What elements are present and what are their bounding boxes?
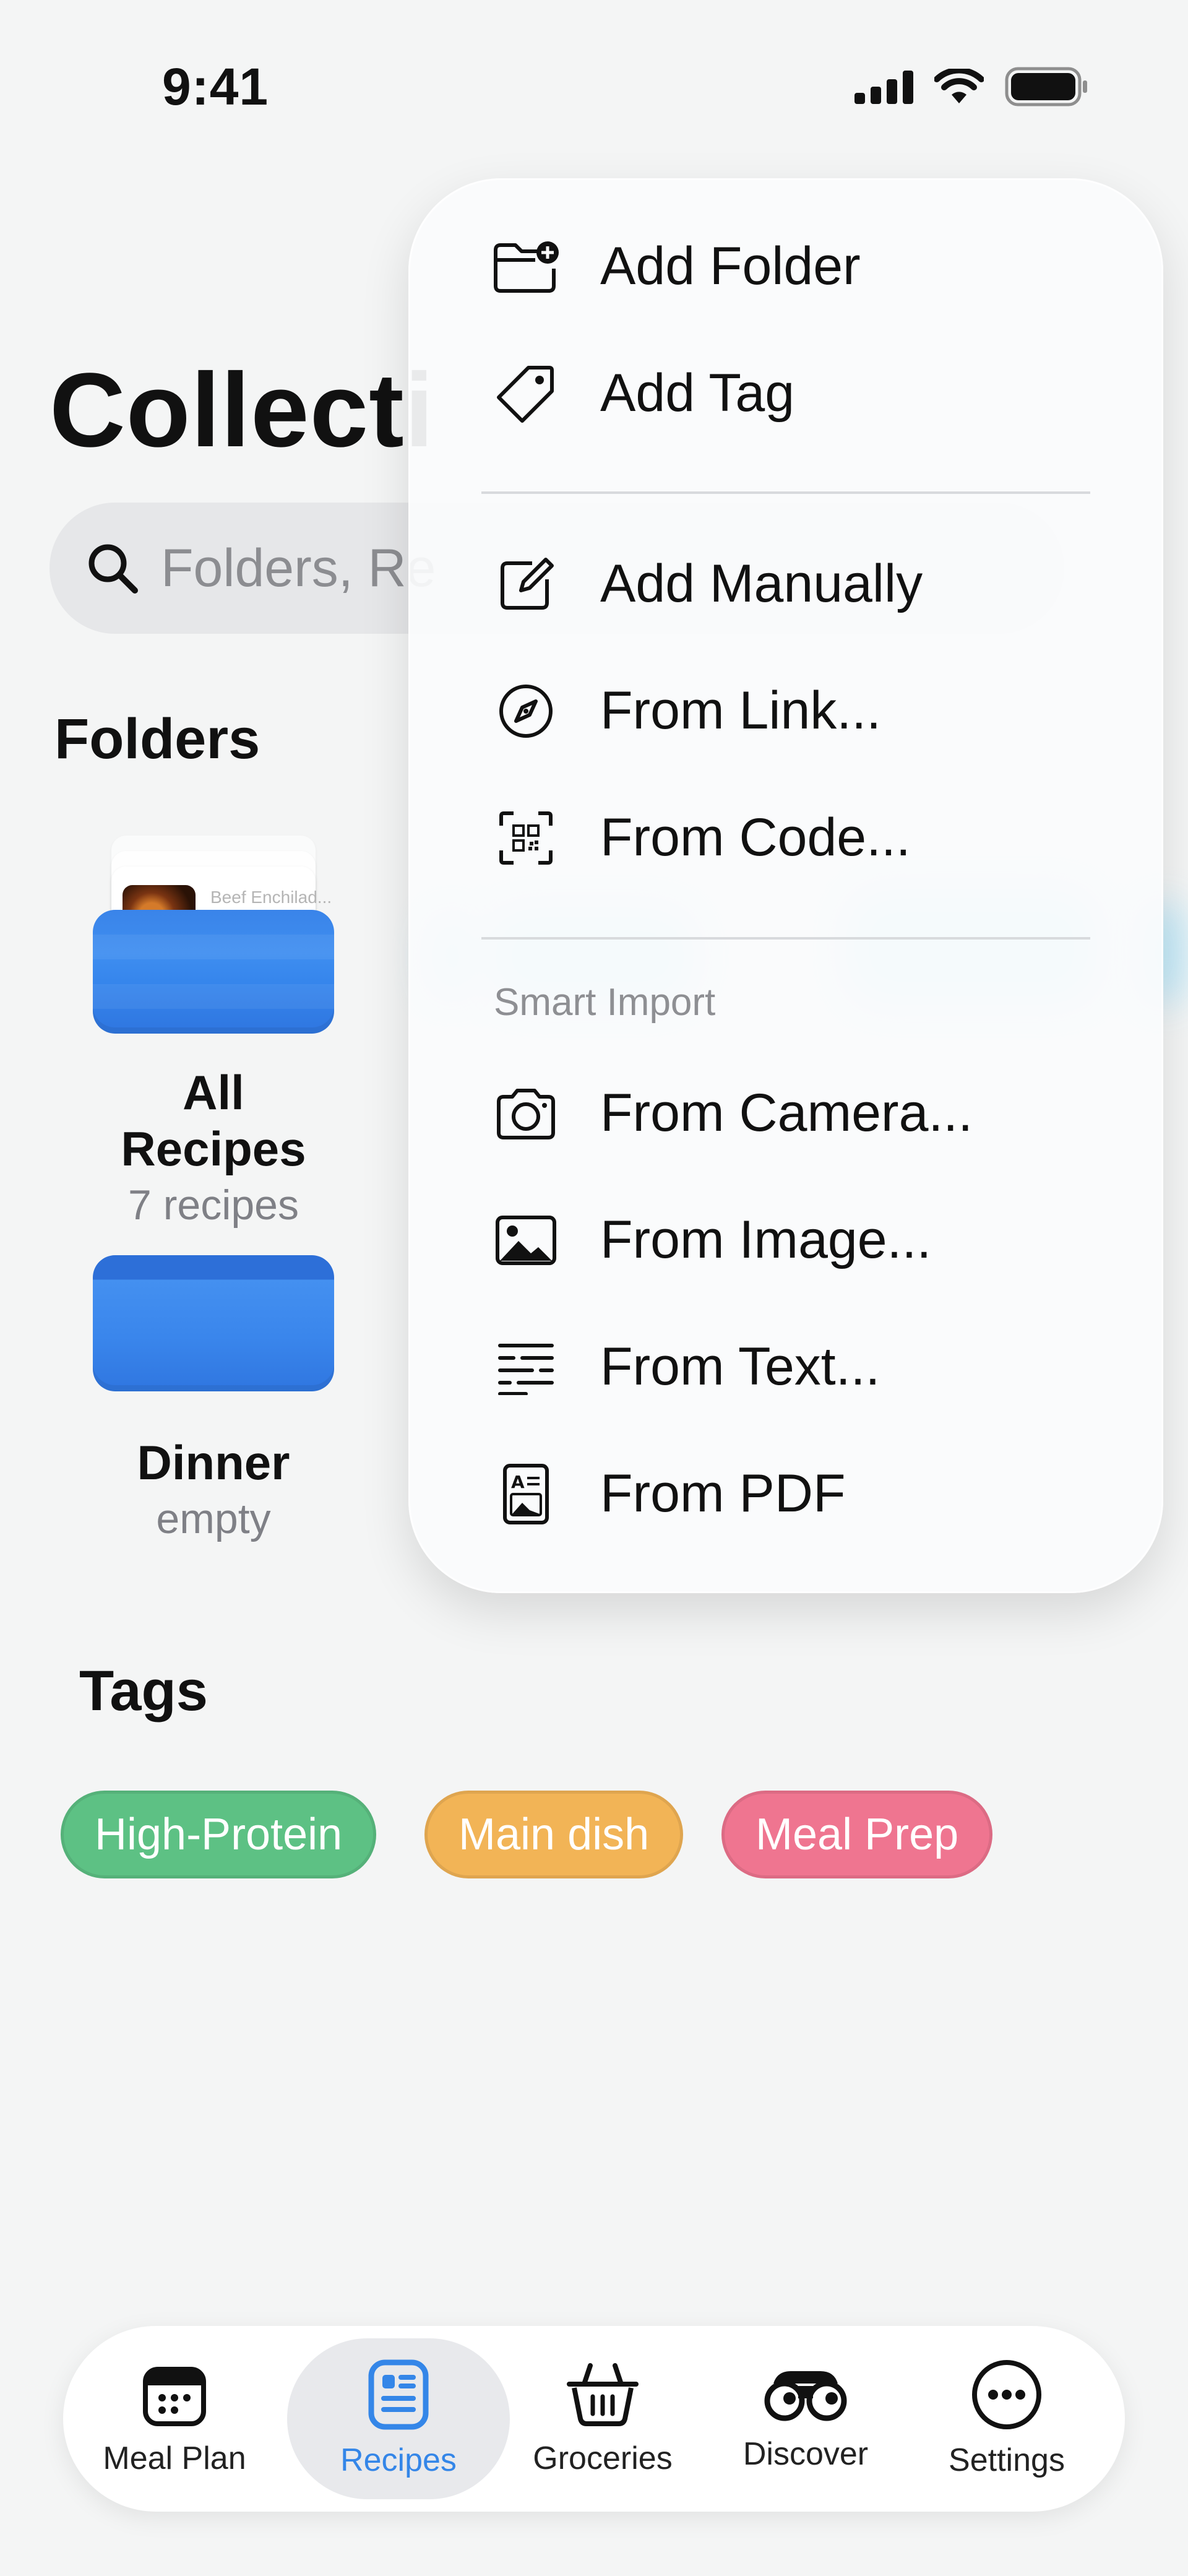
tab-label: Meal Plan: [103, 2440, 246, 2476]
folder-icon: Beef Enchilad...: [93, 829, 334, 1034]
square-pencil-icon: [492, 550, 560, 618]
menu-item-label: Add Folder: [600, 236, 861, 296]
more-icon: [972, 2360, 1041, 2429]
smart-import-heading: Smart Import: [494, 981, 716, 1024]
menu-from-pdf[interactable]: A From PDF: [408, 1430, 1163, 1557]
menu-item-label: From PDF: [600, 1464, 846, 1523]
tags-heading: Tags: [79, 1659, 208, 1722]
svg-text:A: A: [511, 1472, 525, 1492]
menu-from-link[interactable]: From Link...: [408, 647, 1163, 774]
camera-icon: [492, 1079, 560, 1148]
text-lines-icon: [492, 1333, 560, 1401]
status-icons: [854, 67, 1089, 106]
folder-name: Dinner: [137, 1435, 290, 1490]
menu-add-manually[interactable]: Add Manually: [408, 521, 1163, 647]
tab-label: Groceries: [533, 2440, 673, 2476]
cellular-signal-icon: [854, 69, 913, 104]
menu-item-label: From Image...: [600, 1210, 932, 1269]
battery-icon: [1005, 67, 1087, 106]
tab-settings[interactable]: Settings: [905, 2338, 1109, 2499]
pdf-document-icon: A: [492, 1460, 560, 1528]
tab-discover[interactable]: Discover: [707, 2338, 905, 2499]
tab-recipes[interactable]: Recipes: [287, 2338, 510, 2499]
photo-icon: [492, 1206, 560, 1274]
tab-label: Settings: [949, 2442, 1065, 2478]
calendar-icon: [143, 2367, 206, 2426]
tag-icon: [492, 360, 560, 428]
basket-icon: [567, 2363, 639, 2426]
tab-groceries[interactable]: Groceries: [504, 2338, 702, 2499]
folder-all-recipes[interactable]: Beef Enchilad... All Recipes 7 recipes: [84, 829, 343, 1229]
menu-add-folder[interactable]: Add Folder: [408, 203, 1163, 330]
folder-name: All Recipes: [121, 1065, 306, 1176]
menu-item-label: From Link...: [600, 681, 881, 740]
tag-meal-prep[interactable]: Meal Prep: [721, 1791, 993, 1878]
page-title: Collecti: [50, 352, 435, 469]
tab-label: Recipes: [340, 2442, 457, 2478]
menu-divider: [481, 937, 1090, 940]
tab-label: Discover: [742, 2436, 869, 2472]
status-time: 9:41: [162, 58, 269, 116]
binoculars-icon: [764, 2371, 847, 2421]
tab-meal-plan[interactable]: Meal Plan: [75, 2338, 273, 2499]
folder-dinner[interactable]: Dinner empty: [84, 1212, 343, 1543]
menu-divider: [481, 491, 1090, 494]
compass-icon: [492, 677, 560, 745]
search-icon: [88, 544, 138, 594]
menu-from-code[interactable]: From Code...: [408, 774, 1163, 901]
menu-from-image[interactable]: From Image...: [408, 1177, 1163, 1303]
tab-bar: Meal Plan Recipes Groceries Discover Set…: [63, 2326, 1125, 2512]
tag-high-protein[interactable]: High-Protein: [61, 1791, 377, 1878]
menu-add-tag[interactable]: Add Tag: [408, 330, 1163, 457]
folder-icon: [93, 1212, 334, 1422]
recipe-book-icon: [368, 2359, 429, 2430]
menu-item-label: From Code...: [600, 808, 911, 867]
folder-count: empty: [156, 1495, 271, 1542]
folders-heading: Folders: [54, 707, 260, 771]
menu-from-text[interactable]: From Text...: [408, 1303, 1163, 1430]
wifi-icon: [934, 69, 984, 103]
menu-from-camera[interactable]: From Camera...: [408, 1050, 1163, 1177]
preview-text: Beef Enchilad...: [210, 888, 332, 907]
tag-main-dish[interactable]: Main dish: [424, 1791, 684, 1878]
menu-item-label: From Text...: [600, 1337, 880, 1396]
folder-plus-icon: [492, 233, 560, 301]
menu-item-label: Add Tag: [600, 363, 795, 423]
menu-item-label: From Camera...: [600, 1083, 973, 1143]
menu-item-label: Add Manually: [600, 554, 923, 613]
add-menu: Add Folder Add Tag Add Manually From Lin…: [408, 178, 1163, 1593]
qr-code-icon: [492, 804, 560, 872]
